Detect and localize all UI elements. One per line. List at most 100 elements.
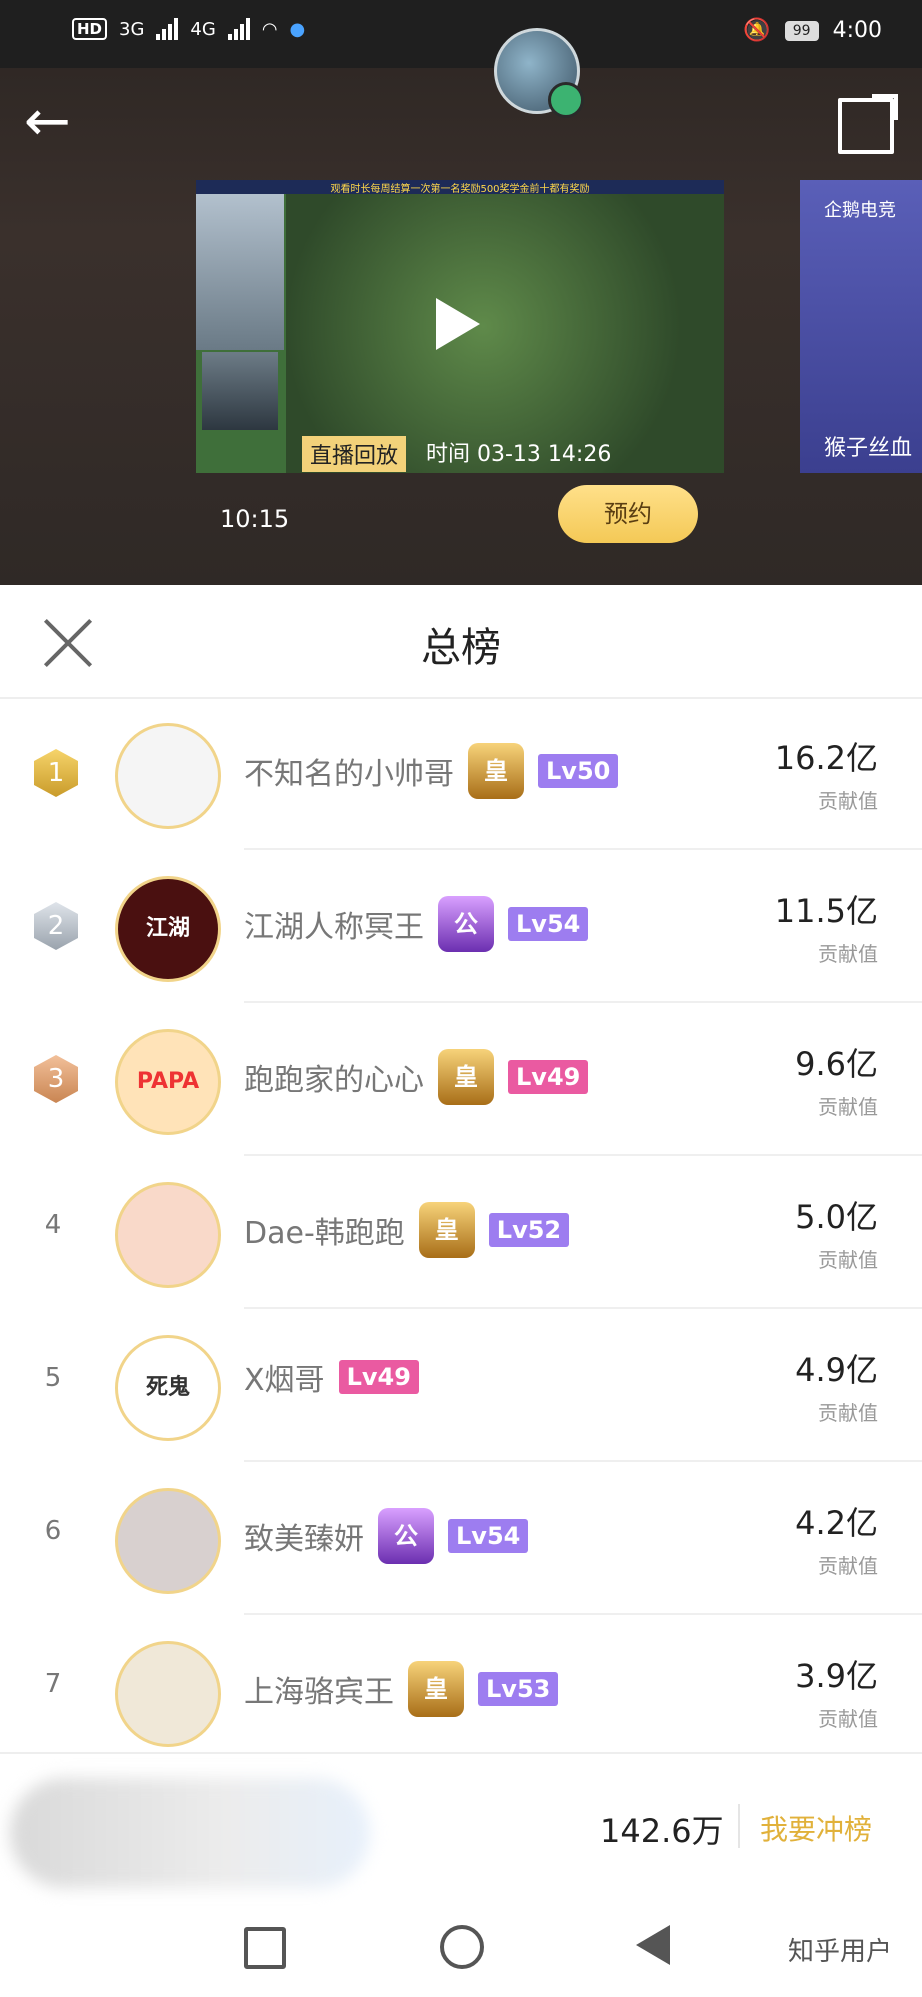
- player-cam: [202, 352, 278, 430]
- user-avatar[interactable]: [115, 1641, 221, 1747]
- user-avatar[interactable]: PAPA: [115, 1029, 221, 1135]
- contribution-score: 4.9亿: [795, 1351, 878, 1389]
- rank-crest-icon: 皇: [408, 1661, 464, 1717]
- back-nav-icon[interactable]: [636, 1925, 670, 1965]
- contribution-label: 贡献值: [818, 1554, 878, 1578]
- next-video-card[interactable]: 企鹅电竞 猴子丝血: [800, 180, 922, 473]
- hd-icon: HD: [72, 18, 108, 40]
- reserve-button[interactable]: 预约: [558, 485, 698, 543]
- contribution-score: 9.6亿: [795, 1045, 878, 1083]
- rank-crest-icon: 公: [438, 896, 494, 952]
- contribution-label: 贡献值: [818, 1248, 878, 1272]
- rank-number: 6: [44, 1516, 62, 1546]
- level-badge: Lv49: [338, 1360, 419, 1394]
- contribution-score: 5.0亿: [795, 1198, 878, 1236]
- contribution-label: 贡献值: [818, 1401, 878, 1425]
- level-badge: Lv52: [488, 1213, 570, 1247]
- rank-crest-icon: 皇: [468, 743, 524, 799]
- user-info: 致美臻妍 公 Lv54: [244, 1508, 529, 1564]
- video-thumbnail[interactable]: 观看时长每周结算一次第一名奖励500奖学金前十都有奖励 直播回放 时间 03-1…: [196, 180, 724, 473]
- recent-apps-icon[interactable]: [244, 1927, 286, 1969]
- ranking-row[interactable]: 3 PAPA 跑跑家的心心 皇 Lv49 9.6亿 贡献值: [0, 1003, 922, 1156]
- charge-rank-button[interactable]: 我要冲榜: [760, 1808, 872, 1848]
- next-video-title: 猴子丝血: [824, 436, 913, 461]
- ranking-row[interactable]: 5 死鬼 X烟哥 Lv49 4.9亿 贡献值: [0, 1309, 922, 1462]
- network-4g-label: 4G: [190, 18, 216, 40]
- rank-number: 7: [44, 1669, 62, 1699]
- replay-tag: 直播回放: [302, 436, 407, 472]
- level-badge: Lv50: [538, 754, 619, 788]
- user-info: 跑跑家的心心 皇 Lv49: [244, 1049, 589, 1105]
- clock: 4:00: [832, 18, 882, 43]
- rank-crest-icon: 皇: [438, 1049, 494, 1105]
- user-name: Dae-韩跑跑: [244, 1216, 405, 1251]
- my-score: 142.6万: [600, 1812, 724, 1850]
- user-info: 江湖人称冥王 公 Lv54: [244, 896, 589, 952]
- user-info: Dae-韩跑跑 皇 Lv52: [244, 1202, 570, 1258]
- ranking-row[interactable]: 6 致美臻妍 公 Lv54 4.2亿 贡献值: [0, 1462, 922, 1615]
- share-icon[interactable]: [838, 94, 898, 154]
- status-bar: HD 3G 4G ◠ ● 🔕 99 4:00: [0, 0, 922, 68]
- user-avatar[interactable]: [115, 1488, 221, 1594]
- level-badge: Lv54: [448, 1519, 529, 1553]
- rank-crest-icon: 公: [378, 1508, 434, 1564]
- blurred-user-info: [10, 1778, 370, 1888]
- contribution-label: 贡献值: [818, 1707, 878, 1731]
- contribution-label: 贡献值: [818, 1095, 878, 1119]
- mute-icon: 🔕: [743, 18, 771, 43]
- user-avatar[interactable]: [115, 1182, 221, 1288]
- level-badge: Lv53: [478, 1672, 559, 1706]
- user-info: 上海骆宾王 皇 Lv53: [244, 1661, 559, 1717]
- mic-badge-icon: [548, 82, 584, 118]
- contribution-score: 4.2亿: [795, 1504, 878, 1542]
- video-banner: 观看时长每周结算一次第一名奖励500奖学金前十都有奖励: [196, 180, 724, 195]
- rank-crest-icon: 皇: [418, 1202, 475, 1258]
- panel-header: 总榜: [0, 585, 922, 699]
- user-name: X烟哥: [244, 1363, 325, 1398]
- panel-title: 总榜: [421, 625, 501, 671]
- level-badge: Lv54: [508, 907, 589, 941]
- user-name: 致美臻妍: [244, 1522, 364, 1557]
- divider: [738, 1804, 740, 1848]
- rank-medal-icon: 2: [34, 902, 78, 950]
- signal-icon-2: [227, 18, 250, 40]
- signal-icon: [156, 18, 179, 40]
- wifi-icon: ◠: [261, 18, 278, 40]
- network-3g-label: 3G: [119, 18, 145, 40]
- user-avatar[interactable]: [115, 723, 221, 829]
- back-arrow-icon[interactable]: ←: [24, 94, 71, 150]
- system-nav-bar: 知乎用户: [0, 1907, 922, 1997]
- brand-label: 企鹅电竞: [824, 200, 896, 221]
- ranking-row[interactable]: 4 Dae-韩跑跑 皇 Lv52 5.0亿 贡献值: [0, 1156, 922, 1309]
- user-name: 江湖人称冥王: [244, 910, 424, 945]
- rank-number: 5: [44, 1363, 62, 1393]
- rank-medal-icon: 3: [34, 1055, 78, 1103]
- notification-icon: ●: [289, 18, 306, 40]
- rank-medal-icon: 1: [34, 749, 78, 797]
- user-name: 不知名的小帅哥: [244, 757, 454, 792]
- streamer-cam: [196, 180, 284, 350]
- battery-icon: 99: [784, 20, 819, 41]
- contribution-score: 11.5亿: [774, 892, 878, 930]
- contribution-label: 贡献值: [818, 789, 878, 813]
- user-name: 跑跑家的心心: [244, 1063, 424, 1098]
- duration-label: 10:15: [220, 505, 290, 533]
- user-name: 上海骆宾王: [244, 1675, 394, 1710]
- user-avatar[interactable]: 江湖: [115, 876, 221, 982]
- contribution-label: 贡献值: [818, 942, 878, 966]
- replay-time: 时间 03-13 14:26: [426, 442, 612, 467]
- contribution-score: 3.9亿: [795, 1657, 878, 1695]
- video-header: HD 3G 4G ◠ ● 🔕 99 4:00 ← 观看时长每周结算一次第一名奖励…: [0, 0, 922, 585]
- game-view: [286, 180, 724, 473]
- user-avatar[interactable]: 死鬼: [115, 1335, 221, 1441]
- rank-number: 4: [44, 1210, 62, 1240]
- contribution-score: 16.2亿: [774, 739, 878, 777]
- user-info: X烟哥 Lv49: [244, 1355, 419, 1399]
- my-rank-bar: 142.6万 我要冲榜: [0, 1752, 922, 1909]
- home-icon[interactable]: [440, 1925, 484, 1969]
- ranking-row[interactable]: 7 上海骆宾王 皇 Lv53 3.9亿 贡献值: [0, 1615, 922, 1768]
- level-badge: Lv49: [508, 1060, 589, 1094]
- ranking-row[interactable]: 2 江湖 江湖人称冥王 公 Lv54 11.5亿 贡献值: [0, 850, 922, 1003]
- ranking-row[interactable]: 1 不知名的小帅哥 皇 Lv50 16.2亿 贡献值: [0, 697, 922, 850]
- play-icon[interactable]: [436, 298, 480, 350]
